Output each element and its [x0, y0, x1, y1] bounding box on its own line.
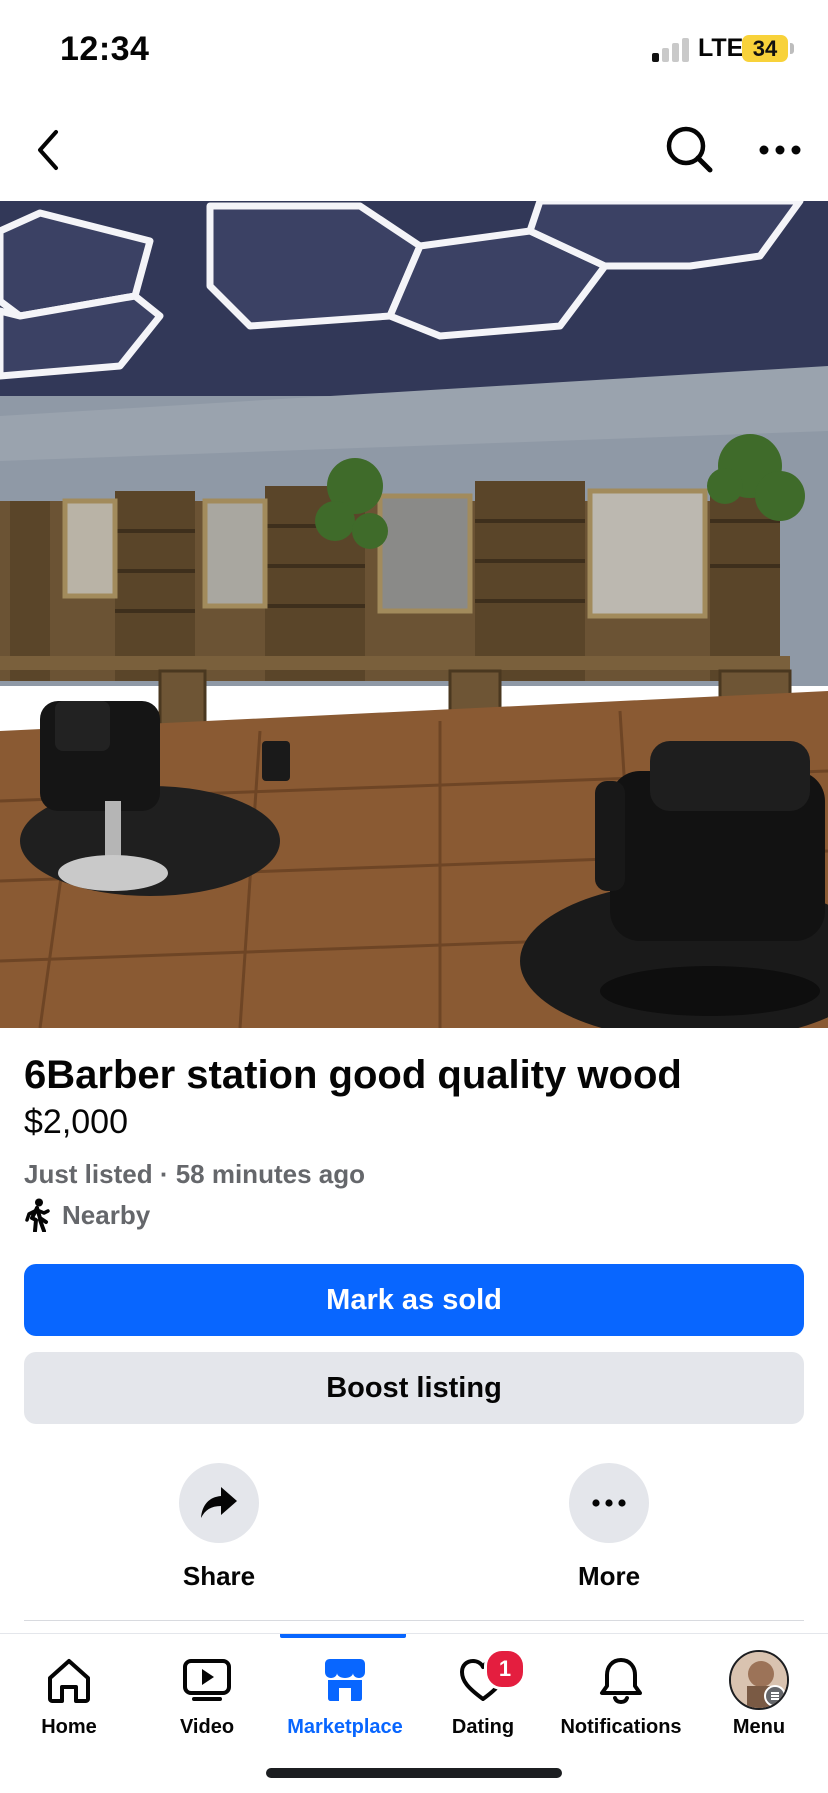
battery-icon: 34 [742, 35, 788, 62]
mark-as-sold-button[interactable]: Mark as sold [24, 1264, 804, 1336]
dating-notification-badge: 1 [484, 1648, 526, 1690]
more-horizontal-icon [759, 145, 801, 155]
video-icon [177, 1652, 237, 1708]
tab-label: Video [179, 1716, 235, 1738]
battery-cap [790, 43, 794, 54]
more-action[interactable]: More [539, 1463, 679, 1592]
tab-label: Menu [732, 1716, 786, 1738]
top-navigation [0, 100, 828, 200]
share-label: Share [182, 1561, 256, 1591]
listing-price: $2,000 [24, 1103, 128, 1141]
tab-menu[interactable]: Menu [690, 1634, 828, 1754]
active-tab-indicator [280, 1634, 406, 1638]
home-icon [39, 1652, 99, 1708]
more-horizontal-icon [592, 1499, 626, 1507]
bell-icon [591, 1652, 651, 1708]
share-button[interactable] [179, 1463, 259, 1543]
menu-avatar-wrapper [729, 1650, 789, 1710]
tab-home[interactable]: Home [0, 1634, 138, 1754]
listing-title: 6Barber station good quality wood [24, 1053, 682, 1097]
boost-listing-button[interactable]: Boost listing [24, 1352, 804, 1424]
tab-label: Notifications [560, 1716, 682, 1738]
back-button[interactable] [18, 120, 78, 180]
more-options-button[interactable] [750, 120, 810, 180]
tab-label: Marketplace [287, 1716, 403, 1738]
tab-label: Home [41, 1716, 97, 1738]
home-indicator [266, 1768, 562, 1778]
tab-dating[interactable]: 1 Dating [414, 1634, 552, 1754]
chevron-left-icon [38, 130, 58, 170]
listing-photo[interactable] [0, 201, 828, 1028]
more-label: More [577, 1561, 641, 1591]
tab-label: Dating [451, 1716, 515, 1738]
divider [24, 1620, 804, 1621]
tab-marketplace[interactable]: Marketplace [276, 1634, 414, 1754]
listing-location: Nearby [24, 1197, 150, 1233]
status-bar: 12:34 LTE 34 [0, 0, 828, 100]
search-icon [666, 126, 713, 173]
barbershop-photo [0, 201, 828, 1028]
share-arrow-icon [201, 1487, 237, 1518]
status-time: 12:34 [60, 30, 150, 68]
tab-notifications[interactable]: Notifications [552, 1634, 690, 1754]
avatar [729, 1650, 789, 1710]
signal-icon [652, 38, 692, 62]
location-label: Nearby [62, 1199, 151, 1230]
search-button[interactable] [660, 120, 720, 180]
walking-person-icon [25, 1198, 50, 1232]
tab-video[interactable]: Video [138, 1634, 276, 1754]
share-action[interactable]: Share [149, 1463, 289, 1592]
more-button[interactable] [569, 1463, 649, 1543]
network-type: LTE [698, 34, 744, 62]
marketplace-icon [315, 1652, 375, 1708]
listing-time: Just listed · 58 minutes ago [24, 1159, 365, 1189]
